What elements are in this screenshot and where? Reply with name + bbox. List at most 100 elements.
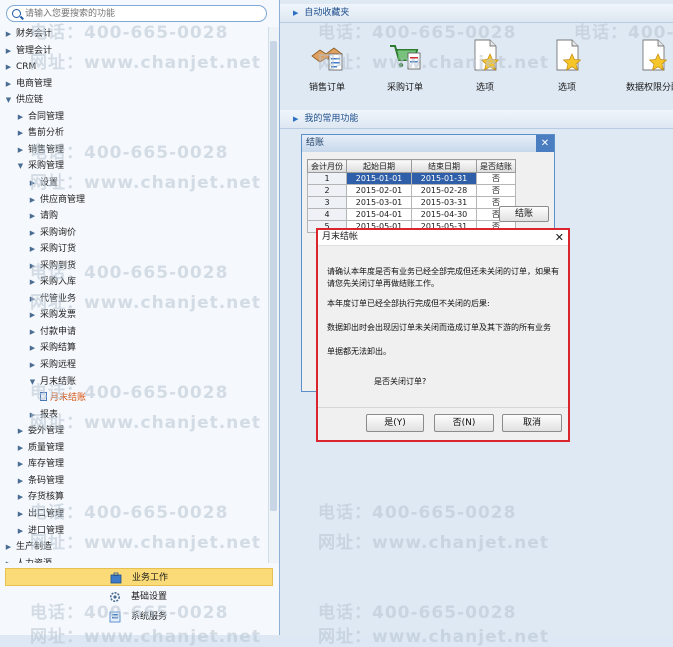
- close-period-button[interactable]: 结账: [499, 206, 549, 222]
- nav-business[interactable]: 业务工作: [5, 568, 273, 586]
- tree-item[interactable]: ▶ 采购发票: [28, 308, 76, 322]
- tree-item[interactable]: ▶ 设置: [28, 176, 58, 190]
- collapsed-arrow-icon[interactable]: ▶: [28, 292, 37, 306]
- cancel-button[interactable]: 取消: [502, 414, 562, 432]
- collapsed-arrow-icon[interactable]: ▶: [4, 77, 13, 91]
- tree-item[interactable]: ▶ 售前分析: [16, 126, 64, 140]
- collapsed-arrow-icon[interactable]: ▶: [16, 441, 25, 455]
- dialog-titlebar[interactable]: 月末结帐 ✕: [318, 230, 568, 246]
- collapsed-arrow-icon[interactable]: ▶: [28, 408, 37, 422]
- collapsed-arrow-icon[interactable]: ▶: [28, 275, 37, 289]
- tree-item-label: 月末结账: [40, 376, 77, 387]
- table-row[interactable]: 1 2015-01-01 2015-01-31 否: [307, 172, 516, 185]
- tree-item[interactable]: ▶ 采购询价: [28, 226, 76, 240]
- favorite-shortcut[interactable]: 选项: [450, 38, 520, 93]
- collapsed-arrow-icon[interactable]: ▶: [28, 226, 37, 240]
- collapsed-arrow-icon[interactable]: ▶: [16, 143, 25, 157]
- nav-gear[interactable]: 基础设置: [5, 588, 273, 606]
- collapsed-arrow-icon[interactable]: ▶: [28, 358, 37, 372]
- tree-item[interactable]: ▶ 代管业务: [28, 292, 76, 306]
- collapsed-arrow-icon[interactable]: ▶: [16, 457, 25, 471]
- favorite-shortcut[interactable]: 选项: [532, 38, 602, 93]
- favorite-shortcut[interactable]: 采购订单: [370, 38, 440, 93]
- nav-service[interactable]: 系统服务: [5, 608, 273, 626]
- tree-item[interactable]: ▶ 库存管理: [16, 457, 64, 471]
- tree-item[interactable]: ▶ 存货核算: [16, 490, 64, 504]
- collapsed-arrow-icon[interactable]: ▶: [28, 308, 37, 322]
- search-input[interactable]: [25, 7, 263, 20]
- expanded-arrow-icon[interactable]: ▼: [4, 93, 13, 107]
- collapsed-arrow-icon[interactable]: ▶: [28, 325, 37, 339]
- close-icon[interactable]: ✕: [555, 230, 564, 245]
- tree-item[interactable]: ▶ 质量管理: [16, 441, 64, 455]
- collapsed-arrow-icon[interactable]: ▶: [16, 474, 25, 488]
- search-box[interactable]: [6, 5, 267, 22]
- tree-item-label: 财务会计: [16, 29, 53, 39]
- favorites-header: ▶ 自动收藏夹: [280, 4, 673, 23]
- column-header[interactable]: 会计月份: [307, 159, 347, 173]
- favorite-shortcut[interactable]: 销售订单: [292, 38, 362, 93]
- table-row[interactable]: 3 2015-03-01 2015-03-31 否: [307, 196, 516, 209]
- tree-item[interactable]: ▶ 采购远程: [28, 358, 76, 372]
- tree-item[interactable]: ▶ 电商管理: [4, 77, 52, 91]
- collapsed-arrow-icon[interactable]: ▶: [28, 176, 37, 190]
- scrollbar-thumb[interactable]: [270, 41, 277, 511]
- tree-item[interactable]: ▼ 供应链: [4, 93, 43, 107]
- collapsed-arrow-icon[interactable]: ▶: [4, 27, 13, 41]
- tree-item[interactable]: ▶ 生产制造: [4, 540, 52, 554]
- tree-item[interactable]: ▶ 出口管理: [16, 507, 64, 521]
- collapsed-arrow-icon[interactable]: ▶: [28, 209, 37, 223]
- column-header[interactable]: 是否结账: [476, 159, 516, 173]
- collapsed-arrow-icon[interactable]: ▶: [28, 341, 37, 355]
- tree-item[interactable]: ▼ 采购管理: [16, 159, 64, 173]
- tree-item[interactable]: ▶ 委外管理: [16, 424, 64, 438]
- collapsed-arrow-icon[interactable]: ▶: [16, 524, 25, 538]
- collapsed-arrow-icon[interactable]: ▶: [4, 60, 13, 74]
- tree-item-label: 代管业务: [40, 293, 77, 304]
- tree-item[interactable]: ▶ 采购到货: [28, 259, 76, 273]
- tree-scrollbar[interactable]: [268, 27, 279, 563]
- yes-button[interactable]: 是(Y): [366, 414, 424, 432]
- dialog-message-1: 请确认本年度是否有业务已经全部完成但还未关闭的订单，如果有请您先关闭订单再做结账…: [327, 267, 559, 288]
- table-row[interactable]: 4 2015-04-01 2015-04-30 否: [307, 208, 516, 221]
- no-button[interactable]: 否(N): [434, 414, 494, 432]
- tree-item[interactable]: ▶ 供应商管理: [28, 193, 85, 207]
- tree-item[interactable]: ▶ 请购: [28, 209, 58, 223]
- collapsed-arrow-icon[interactable]: ▶: [16, 424, 25, 438]
- collapsed-arrow-icon[interactable]: ▶: [28, 242, 37, 256]
- collapsed-arrow-icon[interactable]: ▶: [16, 110, 25, 124]
- column-header[interactable]: 结束日期: [411, 159, 477, 173]
- collapsed-arrow-icon[interactable]: ▶: [4, 540, 13, 554]
- tree-item[interactable]: ▼ 月末结账: [28, 375, 76, 389]
- closing-window-titlebar[interactable]: 结账 ✕: [302, 135, 554, 152]
- collapsed-arrow-icon[interactable]: ▶: [16, 126, 25, 140]
- collapsed-arrow-icon[interactable]: ▶: [16, 507, 25, 521]
- expanded-arrow-icon[interactable]: ▼: [28, 375, 37, 389]
- tree-item[interactable]: ▶ CRM: [4, 60, 37, 74]
- favorite-shortcut[interactable]: 数据权限分配: [618, 38, 673, 93]
- tree-item[interactable]: ▶ 采购结算: [28, 341, 76, 355]
- tree-item[interactable]: ▶ 财务会计: [4, 27, 52, 41]
- tree-item[interactable]: ▶ 合同管理: [16, 110, 64, 124]
- business-icon: [110, 572, 122, 584]
- column-header[interactable]: 起始日期: [346, 159, 412, 173]
- collapsed-arrow-icon[interactable]: ▶: [16, 490, 25, 504]
- tree-item[interactable]: ▶ 付款申请: [28, 325, 76, 339]
- close-icon[interactable]: ✕: [536, 135, 554, 152]
- tree-item[interactable]: ▶ 条码管理: [16, 474, 64, 488]
- tree-item[interactable]: ▶ 销售管理: [16, 143, 64, 157]
- tree-item[interactable]: ▶ 采购入库: [28, 275, 76, 289]
- data-permission-icon: [636, 38, 670, 72]
- tree-item-label: 售前分析: [28, 128, 65, 139]
- tree-item[interactable]: ▶ 报表: [28, 408, 58, 422]
- tree-item[interactable]: ▶ 进口管理: [16, 524, 64, 538]
- dialog-title: 月末结帐: [322, 232, 359, 242]
- collapsed-arrow-icon[interactable]: ▶: [28, 259, 37, 273]
- tree-item[interactable]: ▶ 采购订货: [28, 242, 76, 256]
- tree-item[interactable]: 月末结账: [40, 391, 86, 405]
- tree-item[interactable]: ▶ 管理会计: [4, 44, 52, 58]
- expanded-arrow-icon[interactable]: ▼: [16, 159, 25, 173]
- collapsed-arrow-icon[interactable]: ▶: [28, 193, 37, 207]
- table-row[interactable]: 2 2015-02-01 2015-02-28 否: [307, 184, 516, 197]
- collapsed-arrow-icon[interactable]: ▶: [4, 44, 13, 58]
